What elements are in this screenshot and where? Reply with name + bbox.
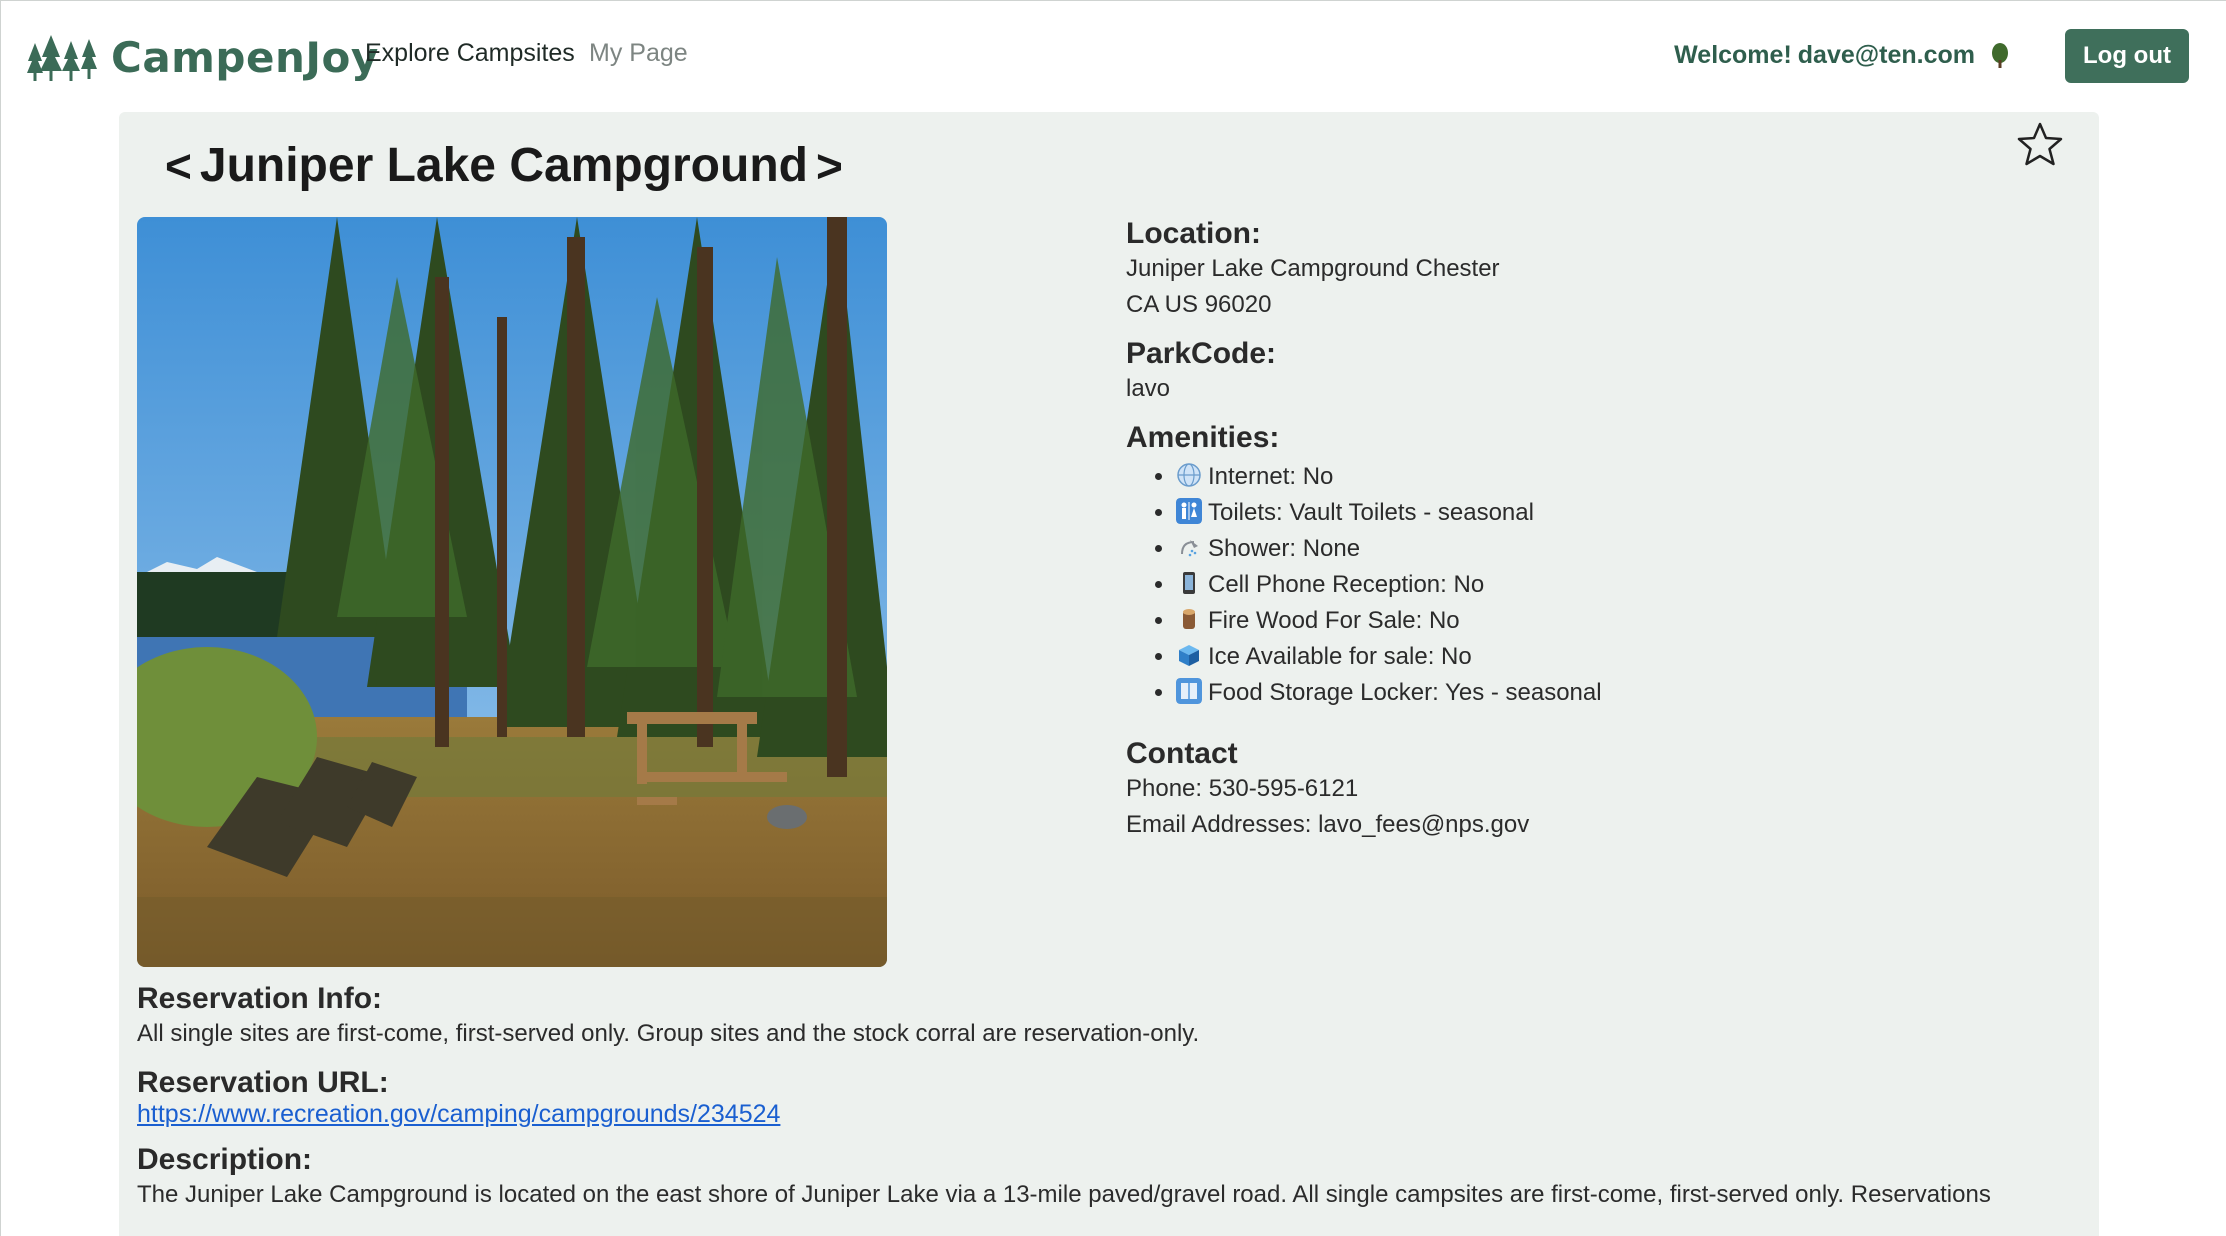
nav-explore-campsites[interactable]: Explore Campsites xyxy=(365,39,575,68)
brand-name: CampenJoy xyxy=(111,32,379,82)
reservation-url-link[interactable]: https://www.recreation.gov/camping/campg… xyxy=(137,1100,780,1128)
list-item: Food Storage Locker: Yes - seasonal xyxy=(1176,675,2026,711)
reservation-info-heading: Reservation Info: xyxy=(137,982,383,1015)
campground-info-panel: Location: Juniper Lake Campground Cheste… xyxy=(1126,217,2026,843)
campground-detail-card: < Juniper Lake Campground > Location: Ju… xyxy=(119,112,2099,1236)
amenity-text: Shower: None xyxy=(1208,535,1361,562)
description-heading: Description: xyxy=(137,1143,313,1176)
logout-button[interactable]: Log out xyxy=(2065,29,2189,83)
amenities-heading: Amenities: xyxy=(1126,421,1280,454)
location-line-1: Juniper Lake Campground Chester xyxy=(1126,255,1500,282)
brand-home-link[interactable]: CampenJoy xyxy=(27,29,379,85)
top-navbar: CampenJoy Explore Campsites My Page Welc… xyxy=(1,1,2226,111)
reservation-info-section: Reservation Info: All single sites are f… xyxy=(137,982,2077,1052)
parkcode-value: lavo xyxy=(1126,375,1171,402)
list-item: Ice Available for sale: No xyxy=(1176,639,2026,675)
amenity-text: Toilets: Vault Toilets - seasonal xyxy=(1208,499,1534,526)
favorite-star-icon[interactable] xyxy=(2015,120,2065,170)
firewood-icon xyxy=(1183,609,1195,629)
list-item: Fire Wood For Sale: No xyxy=(1176,603,2026,639)
description-text: The Juniper Lake Campground is located o… xyxy=(137,1181,1991,1208)
shower-icon xyxy=(1181,540,1198,557)
parkcode-section: ParkCode: lavo xyxy=(1126,337,2026,407)
welcome-message: Welcome! dave@ten.com xyxy=(1674,41,2011,70)
nav-my-page[interactable]: My Page xyxy=(589,39,688,68)
amenity-text: Food Storage Locker: Yes - seasonal xyxy=(1208,679,1602,706)
amenities-section: Amenities: Internet: No xyxy=(1126,421,2026,711)
amenity-text: Ice Available for sale: No xyxy=(1208,643,1472,670)
tree-icon xyxy=(1992,42,2008,68)
contact-phone: Phone: 530-595-6121 xyxy=(1126,775,1359,802)
amenity-text: Cell Phone Reception: No xyxy=(1208,571,1485,598)
browser-page: CampenJoy Explore Campsites My Page Welc… xyxy=(0,0,2226,1236)
reservation-info-text: All single sites are first-come, first-s… xyxy=(137,1020,1200,1047)
mobile-phone-icon xyxy=(1183,572,1195,594)
description-section: Description: The Juniper Lake Campground… xyxy=(137,1143,2077,1213)
location-line-2: CA US 96020 xyxy=(1126,291,1272,318)
list-item: Shower: None xyxy=(1176,531,2026,567)
restroom-icon xyxy=(1176,498,1202,524)
campground-photo xyxy=(137,217,887,967)
amenity-text: Fire Wood For Sale: No xyxy=(1208,607,1460,634)
globe-icon xyxy=(1177,463,1201,487)
location-heading: Location: xyxy=(1126,217,1261,250)
welcome-label: Welcome! xyxy=(1674,41,1792,69)
locker-icon xyxy=(1176,678,1202,704)
contact-heading: Contact xyxy=(1126,737,1238,770)
list-item: Internet: No xyxy=(1176,459,2026,495)
reservation-url-heading: Reservation URL: xyxy=(137,1066,389,1099)
ice-cube-icon xyxy=(1179,645,1199,666)
pine-trees-logo-icon xyxy=(27,35,97,81)
reservation-and-description: Reservation Info: All single sites are f… xyxy=(137,982,2077,1227)
amenity-text: Internet: No xyxy=(1208,463,1334,490)
parkcode-heading: ParkCode: xyxy=(1126,337,1277,370)
contact-section: Contact Phone: 530-595-6121 Email Addres… xyxy=(1126,737,2026,843)
contact-email: Email Addresses: lavo_fees@nps.gov xyxy=(1126,811,1530,838)
user-email: dave@ten.com xyxy=(1797,41,1975,69)
list-item: Toilets: Vault Toilets - seasonal xyxy=(1176,495,2026,531)
amenities-list: Internet: No Toilets: Vault Toilets - se… xyxy=(1176,459,2026,711)
reservation-url-section: Reservation URL: https://www.recreation.… xyxy=(137,1066,2077,1129)
next-campground-button[interactable]: > xyxy=(808,139,851,193)
campground-title: Juniper Lake Campground xyxy=(199,139,808,192)
location-section: Location: Juniper Lake Campground Cheste… xyxy=(1126,217,2026,323)
previous-campground-button[interactable]: < xyxy=(157,139,200,193)
campground-title-row: < Juniper Lake Campground > xyxy=(157,138,851,193)
list-item: Cell Phone Reception: No xyxy=(1176,567,2026,603)
